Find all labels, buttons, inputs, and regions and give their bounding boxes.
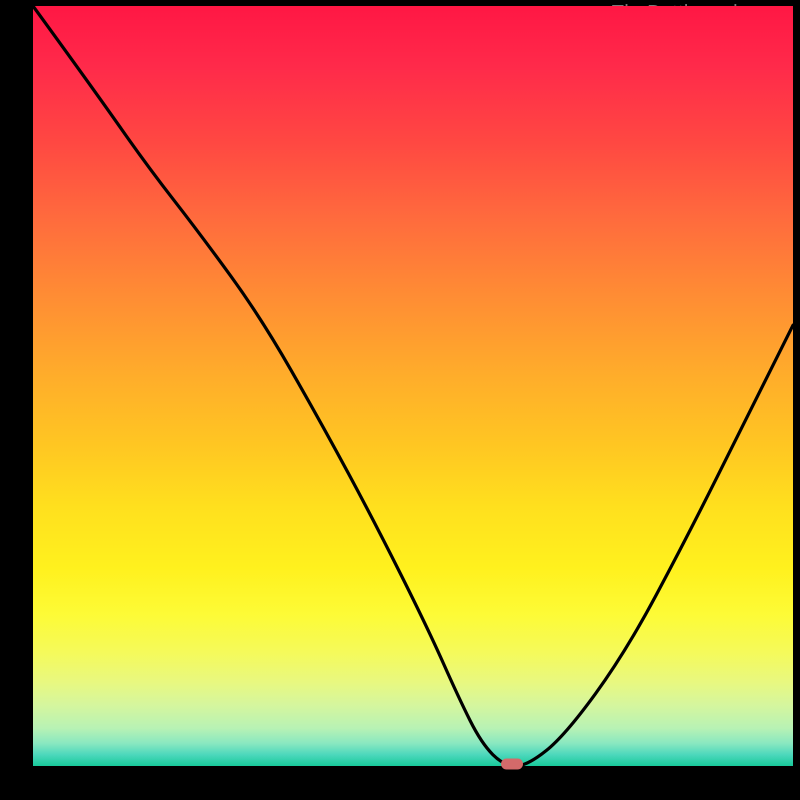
bottleneck-chart	[33, 6, 793, 766]
bottleneck-curve-svg	[33, 6, 793, 766]
bottleneck-curve-path	[33, 6, 793, 766]
optimal-point-marker	[501, 759, 523, 770]
